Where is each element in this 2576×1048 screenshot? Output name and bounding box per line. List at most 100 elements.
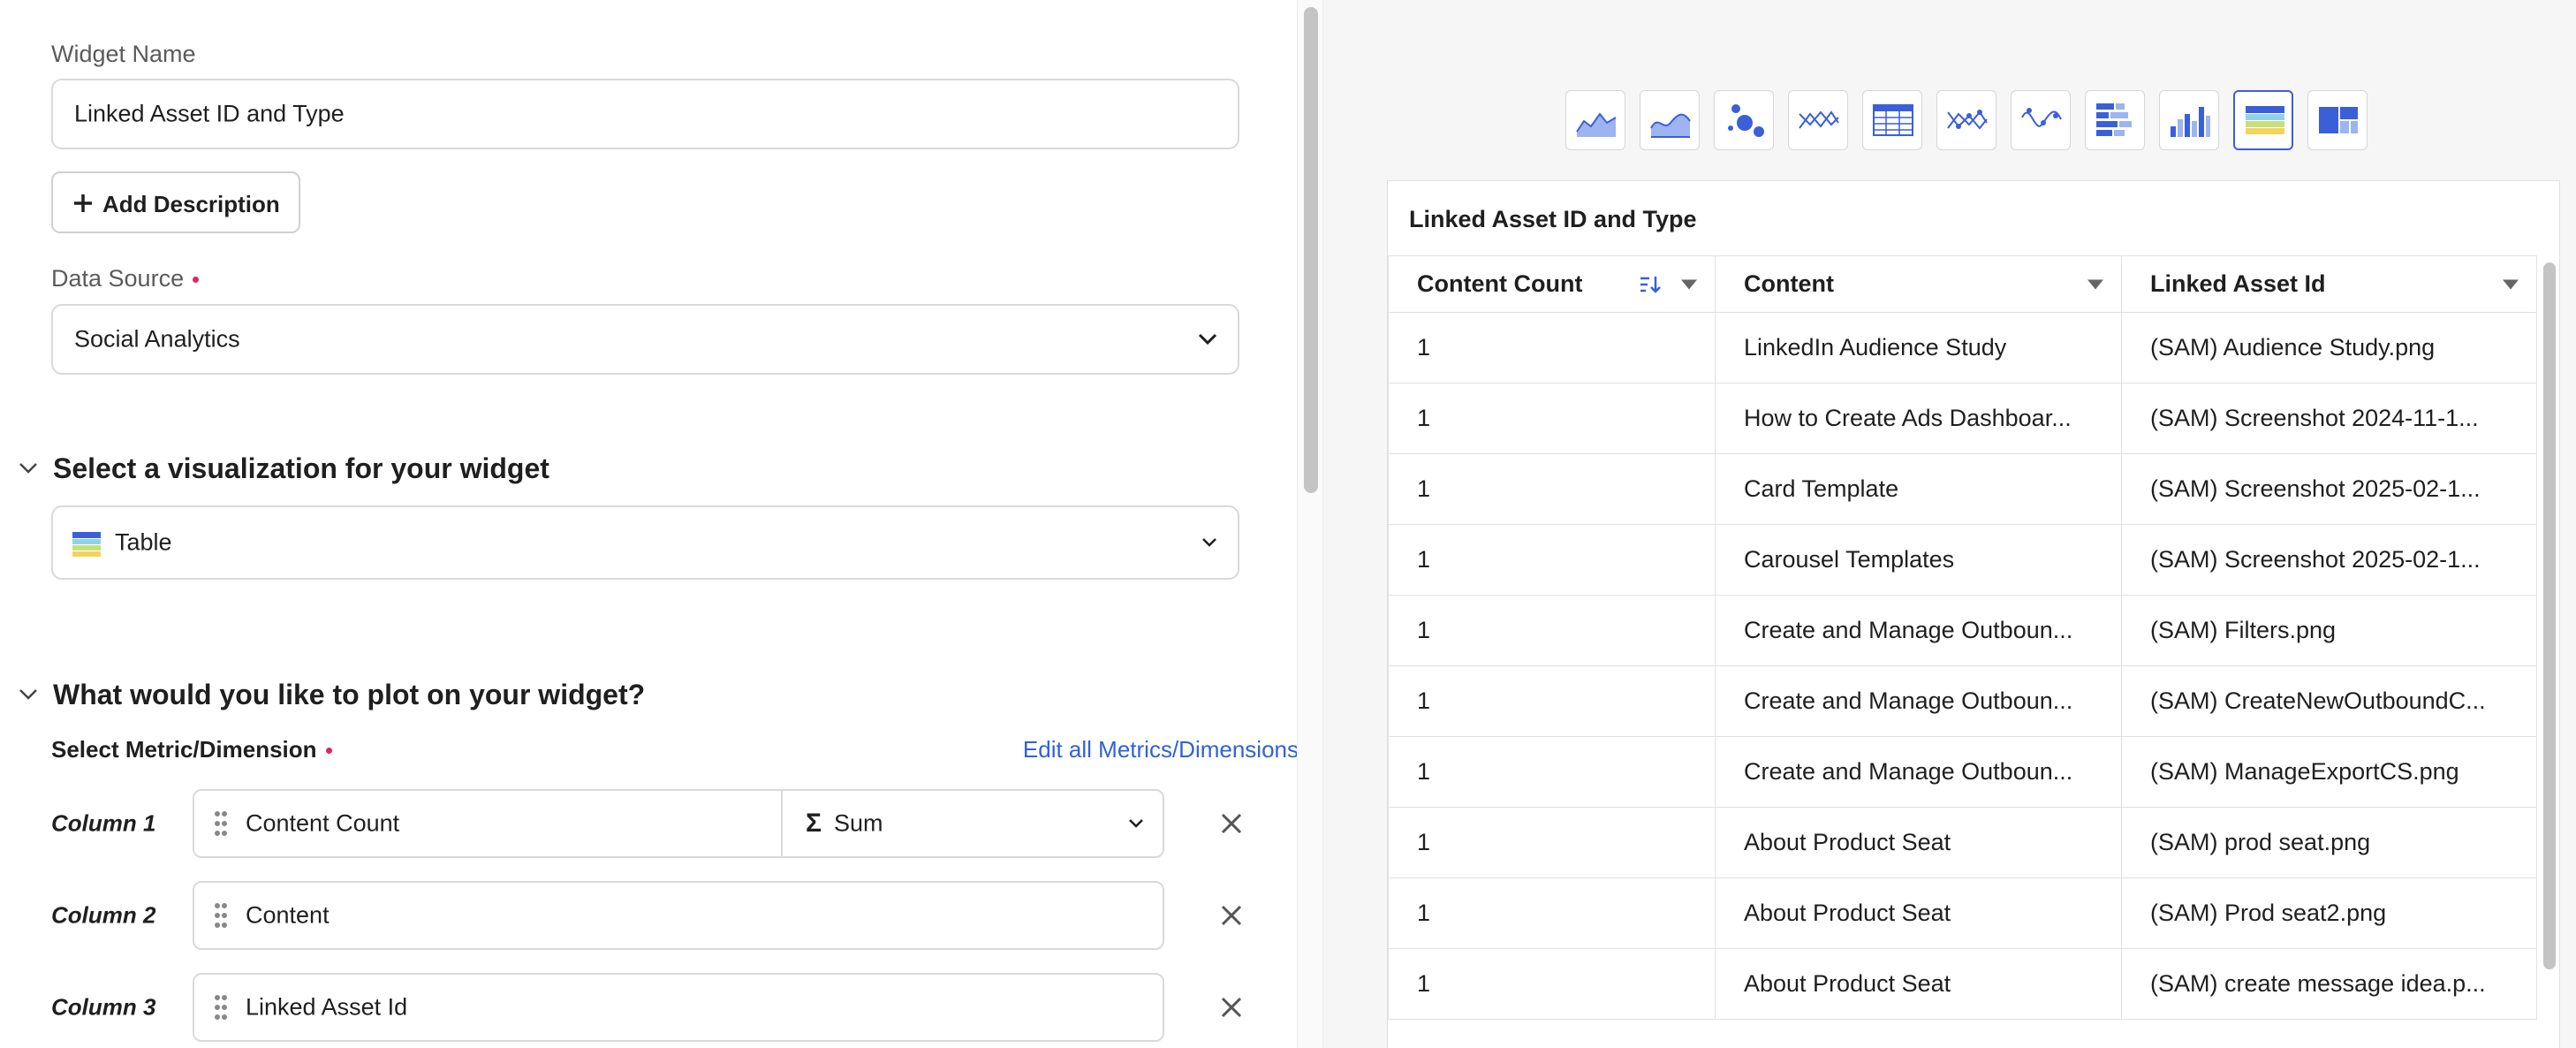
required-dot (193, 277, 200, 283)
cell-linked-asset-id: (SAM) Prod seat2.png (2121, 877, 2537, 949)
cell-content: Create and Manage Outboun... (1715, 736, 2122, 808)
remove-column-2-icon[interactable] (1219, 903, 1244, 928)
aggregation-value: Sum (834, 809, 883, 837)
pivot-table-icon[interactable] (1862, 90, 1922, 150)
drag-handle-icon[interactable] (214, 994, 228, 1021)
edit-metrics-link-text: Edit all Metrics/Dimensions (1022, 736, 1299, 763)
column-chart-icon[interactable] (2159, 90, 2219, 150)
chevron-down-icon (1198, 333, 1217, 346)
column-3-value: Linked Asset Id (246, 993, 408, 1021)
column-3-field[interactable]: Linked Asset Id (193, 973, 1164, 1042)
remove-column-3-icon[interactable] (1219, 995, 1244, 1020)
data-source-label: Data Source (51, 265, 200, 292)
cell-content-count: 1 (1388, 877, 1716, 949)
table-preview-card: Linked Asset ID and Type Content Count C… (1387, 180, 2560, 1048)
column-2-value: Content (246, 901, 330, 929)
data-source-value: Social Analytics (74, 325, 240, 353)
visualization-value: Table (115, 528, 172, 556)
drag-handle-icon[interactable] (214, 902, 228, 929)
scrollbar-thumb[interactable] (1304, 7, 1318, 493)
cell-linked-asset-id: (SAM) Audience Study.png (2121, 312, 2537, 384)
cell-content: Create and Manage Outboun... (1715, 595, 2122, 666)
table-row[interactable]: 1 Create and Manage Outboun... (SAM) Manag… (1388, 736, 2537, 808)
widget-config-panel: Widget Name Linked Asset ID and Type Add… (0, 0, 1299, 1048)
panel-scrollbar[interactable] (1297, 0, 1323, 1048)
cell-content-count: 1 (1388, 453, 1716, 525)
plot-section-title: What would you like to plot on your widg… (53, 679, 646, 710)
table-row[interactable]: 1 Create and Manage Outboun... (SAM) Creat… (1388, 665, 2537, 737)
table-row[interactable]: 1 Card Template (SAM) Screenshot 2025-02-1… (1388, 453, 2537, 525)
cell-content: Carousel Templates (1715, 524, 2122, 596)
scatter-line-icon[interactable] (1936, 90, 1996, 150)
header-label: Linked Asset Id (2150, 270, 2326, 297)
column-row-3: Column 3 Linked Asset Id (51, 973, 1244, 1042)
table-row[interactable]: 1 About Product Seat (SAM) Prod seat2.png (1388, 877, 2537, 949)
table-header-row: Content Count Content Linked Asset Id (1388, 255, 2537, 313)
cell-linked-asset-id: (SAM) create message idea.p... (2121, 948, 2537, 1020)
drag-handle-icon[interactable] (214, 810, 228, 837)
treemap-icon[interactable] (2307, 90, 2368, 150)
table-row[interactable]: 1 Carousel Templates (SAM) Screenshot 2025… (1388, 524, 2537, 596)
column-3-label: Column 3 (51, 993, 156, 1021)
chevron-down-icon (19, 689, 37, 700)
area-chart-icon[interactable] (1565, 90, 1625, 150)
visualization-section-title: Select a visualization for your widget (53, 452, 549, 484)
data-source-select[interactable]: Social Analytics (51, 304, 1239, 375)
header-label: Content Count (1417, 270, 1583, 297)
table-scrollbar[interactable] (2543, 262, 2556, 969)
cell-content-count: 1 (1388, 383, 1716, 454)
sigma-icon: Σ (806, 809, 822, 838)
cell-linked-asset-id: (SAM) ManageExportCS.png (2121, 736, 2537, 808)
widget-name-input[interactable]: Linked Asset ID and Type (51, 79, 1239, 149)
cell-content: About Product Seat (1715, 948, 2122, 1020)
stacked-bar-icon[interactable] (2085, 90, 2145, 150)
header-content-count[interactable]: Content Count (1388, 255, 1716, 313)
bubble-chart-icon[interactable] (1714, 90, 1774, 150)
column-menu-icon[interactable] (2503, 279, 2519, 289)
cell-content: How to Create Ads Dashboar... (1715, 383, 2122, 454)
cell-content-count: 1 (1388, 312, 1716, 384)
cell-content: LinkedIn Audience Study (1715, 312, 2122, 384)
header-content[interactable]: Content (1715, 255, 2122, 313)
chevron-down-icon (19, 463, 37, 474)
chevron-down-icon (1129, 819, 1143, 828)
table-icon[interactable] (2233, 90, 2293, 150)
add-description-label: Add Description (102, 191, 280, 217)
cell-content-count: 1 (1388, 595, 1716, 666)
column-row-1: Column 1 Content Count Σ Sum (51, 789, 1244, 858)
widget-name-label: Widget Name (51, 41, 196, 67)
cell-linked-asset-id: (SAM) Filters.png (2121, 595, 2537, 666)
header-linked-asset-id[interactable]: Linked Asset Id (2121, 255, 2537, 313)
cell-content-count: 1 (1388, 736, 1716, 808)
table-row[interactable]: 1 About Product Seat (SAM) create message … (1388, 948, 2537, 1020)
spline-area-icon[interactable] (1640, 90, 1700, 150)
visualization-select[interactable]: Table (51, 505, 1239, 580)
table-row[interactable]: 1 Create and Manage Outboun... (SAM) Filte… (1388, 595, 2537, 666)
cell-content: About Product Seat (1715, 877, 2122, 949)
column-1-field[interactable]: Content Count Σ Sum (193, 789, 1164, 858)
cell-content-count: 1 (1388, 524, 1716, 596)
cell-content-count: 1 (1388, 948, 1716, 1020)
line-chart-icon[interactable] (1788, 90, 1848, 150)
spline-chart-icon[interactable] (2011, 90, 2071, 150)
table-row[interactable]: 1 LinkedIn Audience Study (SAM) Audience S… (1388, 312, 2537, 384)
column-2-field[interactable]: Content (193, 881, 1164, 950)
column-row-2: Column 2 Content (51, 881, 1244, 950)
aggregation-select[interactable]: Σ Sum (781, 791, 1164, 856)
column-menu-icon[interactable] (1681, 279, 1697, 289)
remove-column-1-icon[interactable] (1219, 811, 1244, 836)
table-row[interactable]: 1 How to Create Ads Dashboar... (SAM) Scre… (1388, 383, 2537, 454)
cell-content: Card Template (1715, 453, 2122, 525)
cell-content: Create and Manage Outboun... (1715, 665, 2122, 737)
cell-content: About Product Seat (1715, 807, 2122, 878)
required-dot (325, 748, 332, 754)
cell-linked-asset-id: (SAM) prod seat.png (2121, 807, 2537, 878)
visualization-section-header[interactable]: Select a visualization for your widget (18, 452, 636, 488)
add-description-button[interactable]: Add Description (51, 171, 300, 233)
plot-section-header[interactable]: What would you like to plot on your widg… (18, 679, 724, 714)
table-icon (72, 532, 101, 557)
sort-icon[interactable] (1639, 275, 1662, 294)
table-row[interactable]: 1 About Product Seat (SAM) prod seat.png (1388, 807, 2537, 878)
cell-content-count: 1 (1388, 807, 1716, 878)
column-menu-icon[interactable] (2087, 279, 2103, 289)
